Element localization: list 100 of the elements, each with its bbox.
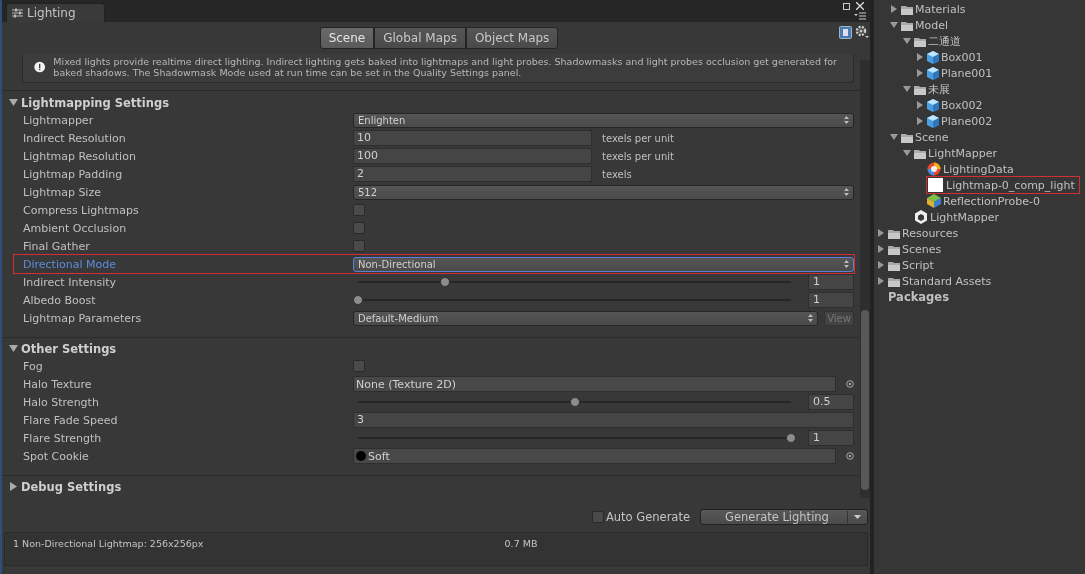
dropdown[interactable]: 512 xyxy=(353,184,854,200)
expand-arrow-icon[interactable] xyxy=(877,277,885,285)
expand-arrow-icon[interactable] xyxy=(9,98,18,107)
tree-item[interactable]: Lightmap-0_comp_light xyxy=(946,178,1075,192)
section-title[interactable]: Lightmapping Settings xyxy=(21,95,170,110)
generate-lighting-button[interactable]: Generate Lighting xyxy=(700,509,868,525)
object-picker-icon[interactable] xyxy=(846,452,854,460)
tree-item[interactable]: 二通道 xyxy=(928,33,961,49)
folder-icon xyxy=(914,147,926,159)
folder-icon xyxy=(901,19,913,31)
checkbox[interactable] xyxy=(353,222,365,234)
number-field[interactable]: 100 xyxy=(353,148,592,164)
lightmap-summary: 1 Non-Directional Lightmap: 256x256px xyxy=(13,538,205,551)
expand-arrow-icon[interactable] xyxy=(877,229,885,237)
tree-item[interactable]: Scene xyxy=(915,130,949,144)
field-label: Flare Fade Speed xyxy=(23,413,119,427)
field-label: Spot Cookie xyxy=(23,449,90,463)
tree-item[interactable]: Plane002 xyxy=(941,114,993,128)
number-field[interactable]: 1 xyxy=(808,292,854,308)
unit-label: texels per unit xyxy=(602,132,674,144)
expand-arrow-icon[interactable] xyxy=(9,344,18,353)
object-field[interactable]: Soft xyxy=(353,448,836,464)
close-icon[interactable] xyxy=(856,2,864,10)
number-field[interactable]: 3 xyxy=(353,412,854,428)
slider-thumb[interactable] xyxy=(353,295,363,305)
window-tab[interactable]: Lighting xyxy=(6,3,105,22)
slider-thumb[interactable] xyxy=(786,433,796,443)
folder-icon xyxy=(914,83,926,95)
expand-arrow-icon[interactable] xyxy=(890,21,898,29)
object-picker-icon[interactable] xyxy=(846,380,854,388)
tree-item[interactable]: Box001 xyxy=(941,50,983,64)
expand-arrow-icon[interactable] xyxy=(877,245,885,253)
expand-arrow-icon[interactable] xyxy=(916,53,924,61)
dropdown-arrows-icon xyxy=(808,314,813,322)
field-label: Lightmap Resolution xyxy=(23,149,137,163)
expand-arrow-icon[interactable] xyxy=(877,261,885,269)
tree-item[interactable]: LightMapper xyxy=(930,210,999,224)
expand-arrow-icon[interactable] xyxy=(890,5,898,13)
tree-item[interactable]: Materials xyxy=(915,2,966,16)
tree-item[interactable]: Standard Assets xyxy=(902,274,992,288)
settings-icon[interactable] xyxy=(855,25,870,39)
section-title[interactable]: Debug Settings xyxy=(21,479,122,494)
help-book-icon[interactable] xyxy=(839,26,852,39)
cube-icon xyxy=(927,50,939,64)
tree-item[interactable]: Resources xyxy=(902,226,959,240)
number-field[interactable]: 2 xyxy=(353,166,592,182)
expand-arrow-icon[interactable] xyxy=(916,117,924,125)
object-field[interactable]: None (Texture 2D) xyxy=(353,376,836,392)
field-label: Final Gather xyxy=(23,239,91,253)
expand-arrow-icon[interactable] xyxy=(903,149,911,157)
folder-icon xyxy=(888,259,900,271)
auto-generate-checkbox[interactable]: Auto Generate xyxy=(591,510,690,524)
field-label: Directional Mode xyxy=(23,257,117,271)
checkbox[interactable] xyxy=(353,204,365,216)
slider-thumb[interactable] xyxy=(569,397,580,407)
number-field[interactable]: 1 xyxy=(808,274,854,290)
slider-thumb[interactable] xyxy=(439,277,450,287)
sliders-icon xyxy=(12,8,23,18)
tree-item[interactable]: LightMapper xyxy=(928,146,997,160)
tree-item[interactable]: 未展 xyxy=(928,81,950,97)
tree-item[interactable]: ReflectionProbe-0 xyxy=(943,194,1040,208)
menu-icon[interactable] xyxy=(854,12,866,20)
field-label: Fog xyxy=(23,359,44,373)
field-label: Lightmapper xyxy=(23,113,95,127)
tree-item[interactable]: Scenes xyxy=(902,242,942,256)
folder-icon xyxy=(901,3,913,15)
number-field[interactable]: 0.5 xyxy=(808,394,854,410)
cube-icon xyxy=(927,98,939,112)
tree-item[interactable]: Box002 xyxy=(941,98,983,112)
tree-item[interactable]: Packages xyxy=(888,290,949,304)
expand-arrow-icon[interactable] xyxy=(9,482,18,491)
field-label: Albedo Boost xyxy=(23,293,97,307)
field-label: Lightmap Parameters xyxy=(23,311,143,325)
dropdown[interactable]: Non-Directional xyxy=(353,256,854,272)
tab[interactable]: Scene xyxy=(319,27,375,49)
tree-item[interactable]: Plane001 xyxy=(941,66,993,80)
checkbox[interactable] xyxy=(353,240,365,252)
tree-item[interactable]: Script xyxy=(902,258,934,272)
dropdown[interactable]: Enlighten xyxy=(353,112,854,128)
scrollbar[interactable] xyxy=(860,60,870,498)
tree-item[interactable]: LightingData xyxy=(943,162,1014,176)
dropdown[interactable]: Default-Medium xyxy=(353,310,818,326)
tab[interactable]: Global Maps xyxy=(374,27,466,49)
expand-arrow-icon[interactable] xyxy=(916,101,924,109)
expand-arrow-icon[interactable] xyxy=(890,133,898,141)
folder-icon xyxy=(888,243,900,255)
field-label: Indirect Resolution xyxy=(23,131,127,145)
number-field[interactable]: 10 xyxy=(353,130,592,146)
dropdown-arrows-icon xyxy=(844,260,849,268)
section-title[interactable]: Other Settings xyxy=(21,341,117,356)
caret-icon[interactable] xyxy=(854,515,861,519)
tab[interactable]: Object Maps xyxy=(465,27,559,49)
tree-item[interactable]: Model xyxy=(915,18,949,32)
number-field[interactable]: 1 xyxy=(808,430,854,446)
maximize-icon[interactable] xyxy=(843,2,850,10)
expand-arrow-icon[interactable] xyxy=(916,69,924,77)
expand-arrow-icon[interactable] xyxy=(903,85,911,93)
field-label: Compress Lightmaps xyxy=(23,203,140,217)
checkbox[interactable] xyxy=(353,360,365,372)
expand-arrow-icon[interactable] xyxy=(903,37,911,45)
